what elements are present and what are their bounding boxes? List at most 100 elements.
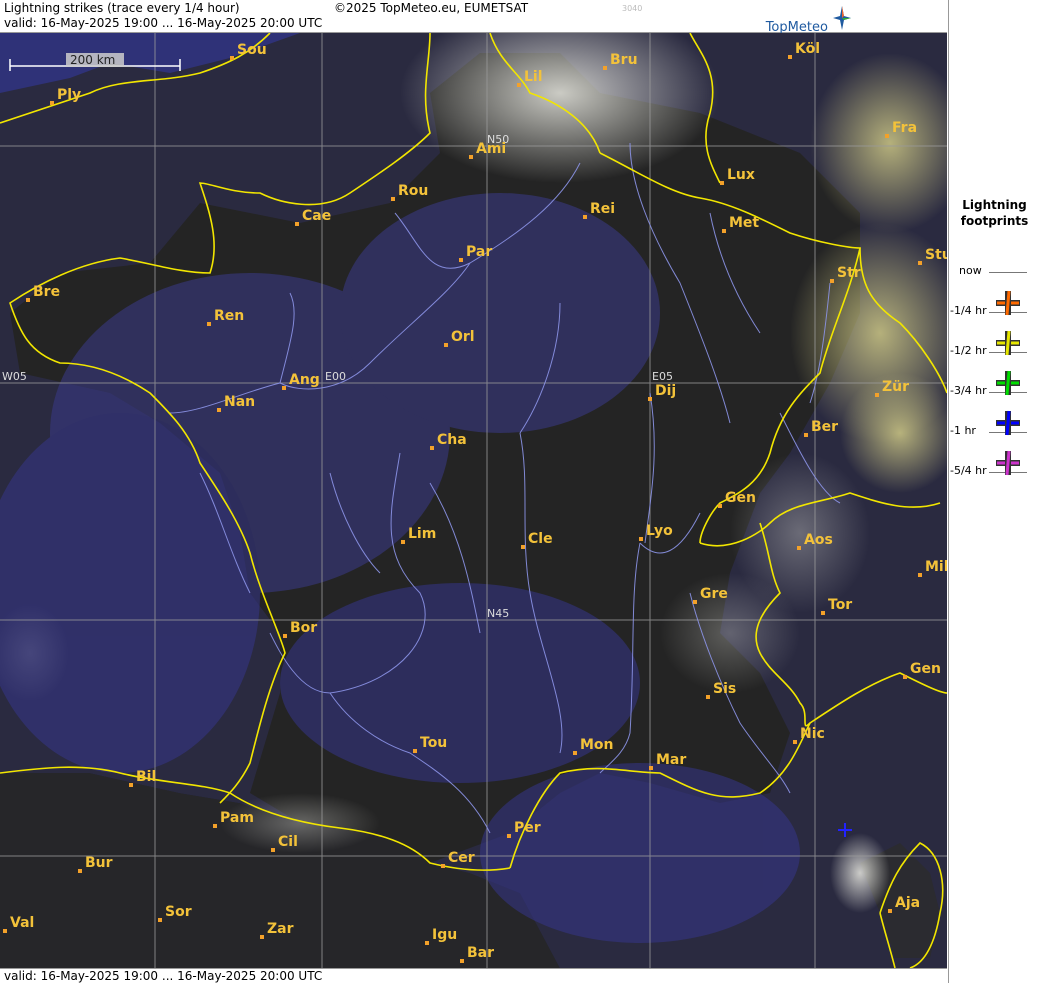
city-marker-icon bbox=[217, 408, 221, 412]
city-marker-icon bbox=[207, 322, 211, 326]
city-label: Ami bbox=[476, 141, 506, 157]
city-label: Cil bbox=[278, 834, 298, 850]
legend-cross-icon bbox=[996, 290, 1020, 316]
city-marker-icon bbox=[521, 545, 525, 549]
city-label: Str bbox=[837, 265, 861, 281]
topmeteo-logo[interactable]: TopMeteo bbox=[766, 6, 851, 35]
city-marker-icon bbox=[26, 298, 30, 302]
city-marker-icon bbox=[129, 783, 133, 787]
legend-separator bbox=[989, 272, 1027, 273]
city-marker-icon bbox=[639, 537, 643, 541]
city-label: Dij bbox=[655, 383, 676, 399]
city-mon[interactable]: Mon bbox=[573, 737, 614, 755]
city-marker-icon bbox=[213, 824, 217, 828]
city-label: Zar bbox=[267, 921, 294, 937]
city-marker-icon bbox=[573, 751, 577, 755]
valid-time-top: valid: 16-May-2025 19:00 ... 16-May-2025… bbox=[4, 16, 323, 30]
legend-title-line2: footprints bbox=[960, 214, 1029, 228]
city-marker-icon bbox=[722, 229, 726, 233]
compass-star-icon bbox=[833, 6, 851, 30]
city-marker-icon bbox=[821, 611, 825, 615]
city-label: Lyo bbox=[646, 523, 673, 539]
legend-label: -1/4 hr bbox=[950, 304, 987, 317]
city-label: Gen bbox=[910, 661, 941, 677]
city-label: Cle bbox=[528, 531, 553, 547]
city-label: Orl bbox=[451, 329, 475, 345]
legend-label: -3/4 hr bbox=[950, 384, 987, 397]
city-marker-icon bbox=[903, 675, 907, 679]
map-canvas: N50 N45 W05 E00 E05 200 km SouPlyLilBruK… bbox=[0, 33, 947, 968]
city-label: Aos bbox=[804, 532, 833, 548]
city-label: Lim bbox=[408, 526, 436, 542]
legend-label: -5/4 hr bbox=[950, 464, 987, 477]
city-marker-icon bbox=[158, 918, 162, 922]
city-label: Köl bbox=[795, 41, 820, 57]
city-marker-icon bbox=[918, 261, 922, 265]
grid-label-e05: E05 bbox=[652, 370, 673, 383]
city-label: Par bbox=[466, 244, 492, 260]
city-label: Bur bbox=[85, 855, 113, 871]
city-label: Mil bbox=[925, 559, 947, 575]
city-marker-icon bbox=[804, 433, 808, 437]
city-marker-icon bbox=[230, 56, 234, 60]
city-label: Igu bbox=[432, 927, 457, 943]
city-label: Rei bbox=[590, 201, 615, 217]
legend-label: -1/2 hr bbox=[950, 344, 987, 357]
city-marker-icon bbox=[401, 540, 405, 544]
city-label: Nan bbox=[224, 394, 255, 410]
city-label: Rou bbox=[398, 183, 428, 199]
city-marker-icon bbox=[441, 864, 445, 868]
header-bar: Lightning strikes (trace every 1/4 hour)… bbox=[0, 0, 947, 35]
city-label: Gre bbox=[700, 586, 728, 602]
city-marker-icon bbox=[830, 279, 834, 283]
city-label: Ren bbox=[214, 308, 244, 324]
city-marker-icon bbox=[3, 929, 7, 933]
city-label: Mar bbox=[656, 752, 686, 768]
city-label: Per bbox=[514, 820, 541, 836]
city-marker-icon bbox=[583, 215, 587, 219]
grid-label-w05: W05 bbox=[2, 370, 27, 383]
legend-label: now bbox=[959, 264, 982, 277]
city-label: Fra bbox=[892, 120, 917, 136]
city-label: Bil bbox=[136, 769, 156, 785]
city-marker-icon bbox=[648, 397, 652, 401]
city-label: Sor bbox=[165, 904, 192, 920]
legend-row: -5/4 hr bbox=[949, 450, 1039, 502]
city-marker-icon bbox=[413, 749, 417, 753]
copyright-text: ©2025 TopMeteo.eu, EUMETSAT bbox=[334, 1, 529, 15]
image-code: 3040 bbox=[622, 4, 643, 13]
satellite-map[interactable]: N50 N45 W05 E00 E05 200 km Sou Ply Lil B… bbox=[0, 33, 947, 968]
city-label: Bru bbox=[610, 52, 638, 68]
city-marker-icon bbox=[260, 935, 264, 939]
city-label: Lil bbox=[524, 69, 543, 85]
city-label: Cha bbox=[437, 432, 467, 448]
city-marker-icon bbox=[888, 909, 892, 913]
footer-bar: valid: 16-May-2025 19:00 ... 16-May-2025… bbox=[0, 968, 947, 984]
city-marker-icon bbox=[797, 546, 801, 550]
city-marker-icon bbox=[720, 181, 724, 185]
city-label: Cae bbox=[302, 208, 331, 224]
valid-time-bottom: valid: 16-May-2025 19:00 ... 16-May-2025… bbox=[4, 969, 323, 983]
grid-label-n45: N45 bbox=[487, 607, 509, 620]
city-label: Mon bbox=[580, 737, 614, 753]
city-label: Bar bbox=[467, 945, 494, 961]
city-label: Tor bbox=[828, 597, 852, 613]
legend-title-line1: Lightning bbox=[962, 198, 1027, 212]
city-label: Bor bbox=[290, 620, 317, 636]
city-marker-icon bbox=[430, 446, 434, 450]
legend-cross-icon bbox=[996, 370, 1020, 396]
city-marker-icon bbox=[460, 959, 464, 963]
city-label: Nic bbox=[800, 726, 825, 742]
legend-panel: Lightning footprints now -1/4 hr -1/2 hr -3… bbox=[948, 0, 1039, 983]
city-label: Zür bbox=[882, 379, 909, 395]
city-marker-icon bbox=[283, 634, 287, 638]
legend-cross-icon bbox=[996, 410, 1020, 436]
city-marker-icon bbox=[507, 834, 511, 838]
product-title: Lightning strikes (trace every 1/4 hour) bbox=[4, 1, 240, 15]
city-marker-icon bbox=[885, 134, 889, 138]
city-marker-icon bbox=[718, 504, 722, 508]
grid-label-e00: E00 bbox=[325, 370, 346, 383]
city-marker-icon bbox=[788, 55, 792, 59]
city-pam[interactable]: Pam bbox=[213, 810, 254, 828]
city-marker-icon bbox=[271, 848, 275, 852]
